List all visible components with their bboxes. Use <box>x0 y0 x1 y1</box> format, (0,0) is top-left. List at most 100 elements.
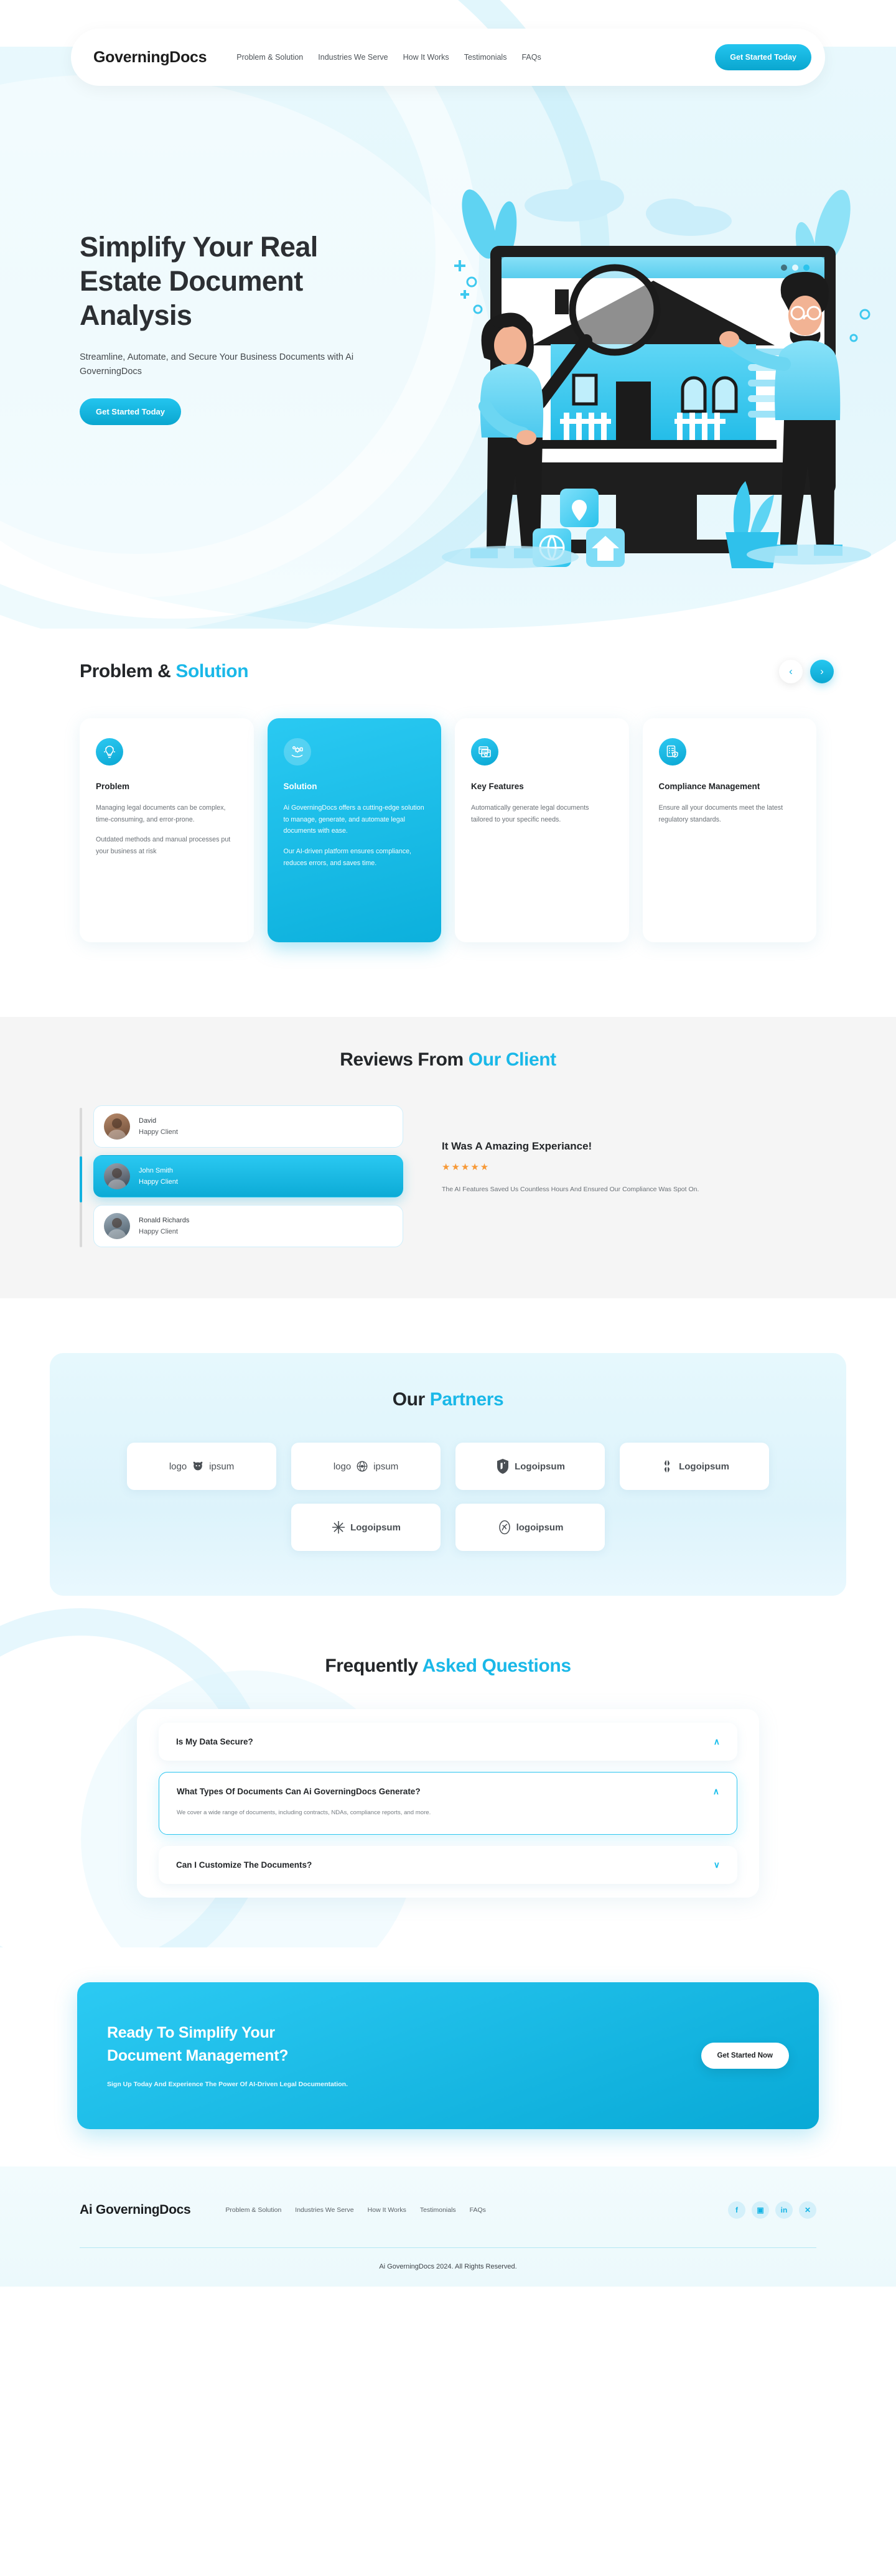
reviewer-name: Ronald Richards <box>139 1216 190 1224</box>
reviewer-item-david[interactable]: David Happy Client <box>93 1105 403 1148</box>
clover-logo-mark <box>660 1459 674 1474</box>
hero-title: Simplify Your Real Estate Document Analy… <box>80 231 318 331</box>
faq-item-document-types[interactable]: What Types Of Documents Can Ai Governing… <box>159 1772 737 1835</box>
faq-answer: We cover a wide range of documents, incl… <box>177 1809 431 1816</box>
chevron-down-icon[interactable]: ∨ <box>714 1860 720 1870</box>
logo-text-post: Logoipsum <box>515 1461 565 1472</box>
problem-solution-cards: Problem Managing legal documents can be … <box>80 718 816 942</box>
faq-row: Can I Customize The Documents? ∨ <box>176 1860 720 1870</box>
nav-item-problem-solution[interactable]: Problem & Solution <box>236 53 303 62</box>
nav-item-industries-we-serve[interactable]: Industries We Serve <box>318 53 388 62</box>
reviewer-role: Happy Client <box>139 1128 178 1136</box>
faq-section: Frequently Asked Questions Is My Data Se… <box>0 1596 896 1948</box>
review-detail: It Was A Amazing Experiance! ★★★★★ The A… <box>442 1105 734 1195</box>
star-rating-icon: ★★★★★ <box>442 1162 490 1173</box>
faq-row: Is My Data Secure? ∧ <box>176 1736 720 1747</box>
reviewer-item-ronald-richards[interactable]: Ronald Richards Happy Client <box>93 1205 403 1247</box>
logo-text-post: logoipsum <box>516 1522 564 1533</box>
card-paragraph: Managing legal documents can be complex,… <box>96 804 226 823</box>
x-twitter-icon[interactable]: ✕ <box>799 2201 816 2219</box>
cta-subtext: Sign Up Today And Experience The Power O… <box>107 2080 348 2088</box>
logo-text-pre: logo <box>169 1461 187 1472</box>
card-compliance-management[interactable]: Compliance Management Ensure all your do… <box>642 718 816 942</box>
cta-text: Ready To Simplify Your Document Manageme… <box>107 2021 348 2090</box>
card-title: Solution <box>283 782 317 791</box>
faq-accordion: Is My Data Secure? ∧ What Types Of Docum… <box>137 1709 759 1898</box>
instagram-icon[interactable]: ▣ <box>752 2201 769 2219</box>
footer-link-how-it-works[interactable]: How It Works <box>368 2206 406 2214</box>
partner-logo-card[interactable]: Logoipsum <box>620 1443 769 1490</box>
cta-heading-line-2: Document Management? <box>107 2046 289 2064</box>
problem-solution-header: Problem & Solution ‹ › <box>80 660 834 683</box>
navbar: GoverningDocs Problem & Solution Industr… <box>71 29 825 86</box>
linkedin-icon[interactable]: in <box>775 2201 793 2219</box>
faq-item-customize-documents[interactable]: Can I Customize The Documents? ∨ <box>159 1846 737 1885</box>
logo-text-post: ipsum <box>209 1461 235 1472</box>
facebook-icon[interactable]: f <box>728 2201 745 2219</box>
lightbulb-idea-icon <box>96 738 123 766</box>
nav-item-faqs[interactable]: FAQs <box>521 53 541 62</box>
carousel-arrows: ‹ › <box>779 660 834 683</box>
card-solution[interactable]: Solution Ai GoverningDocs offers a cutti… <box>267 718 441 942</box>
brand-logo[interactable]: GoverningDocs <box>93 49 207 67</box>
footer-link-problem-solution[interactable]: Problem & Solution <box>225 2206 281 2214</box>
footer-brand[interactable]: Ai GoverningDocs <box>80 2203 191 2218</box>
reviews-body: David Happy Client John Smith Happy Clie… <box>80 1105 896 1255</box>
cta-section: Ready To Simplify Your Document Manageme… <box>0 1947 896 2167</box>
chevron-up-icon[interactable]: ∧ <box>713 1786 719 1797</box>
avatar <box>104 1213 130 1239</box>
hero-get-started-button[interactable]: Get Started Today <box>80 398 182 425</box>
reviews-title: Reviews From Our Client <box>0 1049 896 1070</box>
card-paragraph: Outdated methods and manual processes pu… <box>96 836 231 856</box>
title-plain: Our <box>392 1389 430 1410</box>
logo-text-post: Logoipsum <box>679 1461 729 1472</box>
reviewer-role: Happy Client <box>139 1228 178 1235</box>
reviews-section: Reviews From Our Client David Happy Clie… <box>0 1017 896 1298</box>
card-title: Compliance Management <box>658 782 760 791</box>
card-problem[interactable]: Problem Managing legal documents can be … <box>80 718 254 942</box>
footer-link-testimonials[interactable]: Testimonials <box>420 2206 456 2214</box>
logo-text-post: Logoipsum <box>350 1522 401 1533</box>
nav-item-testimonials[interactable]: Testimonials <box>464 53 507 62</box>
reviews-scrollbar-thumb[interactable] <box>80 1156 82 1202</box>
nav-get-started-button[interactable]: Get Started Today <box>715 44 811 70</box>
hand-gear-solution-icon <box>283 738 311 766</box>
faq-question: Can I Customize The Documents? <box>176 1860 312 1870</box>
faq-item-data-secure[interactable]: Is My Data Secure? ∧ <box>159 1723 737 1761</box>
footer-copyright: Ai GoverningDocs 2024. All Rights Reserv… <box>379 2263 517 2271</box>
cta-heading: Ready To Simplify Your Document Manageme… <box>107 2021 348 2067</box>
partner-logo-card[interactable]: Logoipsum <box>291 1504 441 1551</box>
partner-logo-card[interactable]: logo ipsum <box>291 1443 441 1490</box>
card-paragraph: Automatically generate legal documents t… <box>471 804 589 823</box>
footer-links: Problem & Solution Industries We Serve H… <box>225 2206 486 2214</box>
card-paragraph: Ai GoverningDocs offers a cutting-edge s… <box>283 804 424 835</box>
card-key-features[interactable]: Key Features Automatically generate lega… <box>455 718 629 942</box>
partners-title: Our Partners <box>50 1389 846 1410</box>
card-paragraph: Our AI-driven platform ensures complianc… <box>283 848 412 867</box>
title-plain: Frequently <box>325 1656 422 1676</box>
window-gear-icon <box>471 738 498 766</box>
landing-page: GoverningDocs Problem & Solution Industr… <box>0 0 896 2287</box>
chevron-up-icon[interactable]: ∧ <box>714 1736 720 1747</box>
partner-logo-card[interactable]: logoipsum <box>455 1504 605 1551</box>
globe-logo-mark <box>355 1459 369 1473</box>
nav-item-how-it-works[interactable]: How It Works <box>403 53 449 62</box>
card-title: Key Features <box>471 782 524 791</box>
partners-panel: Our Partners logo ipsum logo ipsum Logoi… <box>50 1353 846 1596</box>
carousel-prev-button[interactable]: ‹ <box>779 660 803 683</box>
bear-logo-mark <box>191 1459 205 1473</box>
title-accent: Solution <box>175 661 249 681</box>
reviewer-item-john-smith[interactable]: John Smith Happy Client <box>93 1155 403 1197</box>
nav-links: Problem & Solution Industries We Serve H… <box>236 53 541 62</box>
partner-logo-card[interactable]: Logoipsum <box>455 1443 605 1490</box>
cta-get-started-now-button[interactable]: Get Started Now <box>701 2043 789 2069</box>
partner-logo-card[interactable]: logo ipsum <box>127 1443 276 1490</box>
social-links: f ▣ in ✕ <box>728 2201 816 2219</box>
partner-logo-grid: logo ipsum logo ipsum Logoipsum Logoipsu… <box>50 1443 846 1551</box>
footer-link-faqs[interactable]: FAQs <box>470 2206 486 2214</box>
carousel-next-button[interactable]: › <box>810 660 834 683</box>
problem-solution-section: Problem & Solution ‹ › Problem Managing … <box>0 660 896 1017</box>
partners-section: Our Partners logo ipsum logo ipsum Logoi… <box>0 1298 896 1596</box>
title-accent: Asked Questions <box>422 1656 571 1676</box>
footer-link-industries-we-serve[interactable]: Industries We Serve <box>295 2206 353 2214</box>
